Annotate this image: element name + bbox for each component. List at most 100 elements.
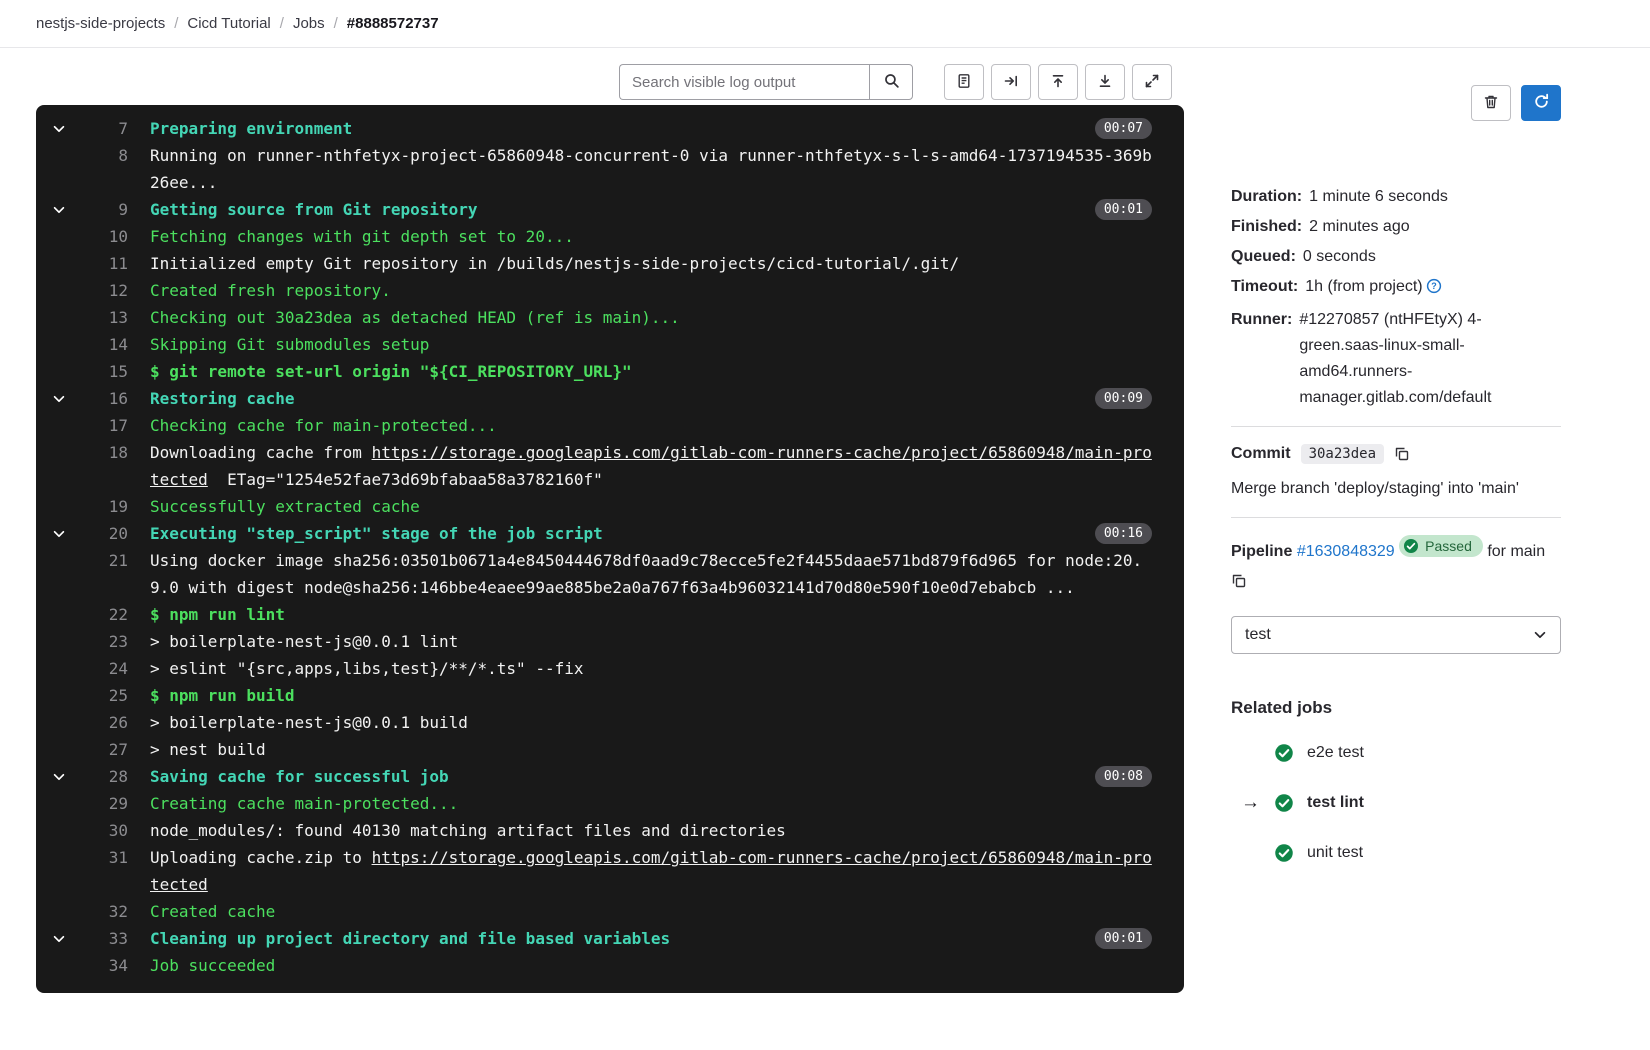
log-line: 22 $ npm run lint [36, 601, 1184, 628]
log-section-header[interactable]: 20 Executing "step_script" stage of the j… [36, 520, 1184, 547]
erase-job-log-button[interactable] [1471, 85, 1511, 121]
log-line-number[interactable]: 24 [82, 655, 128, 682]
log-section-header[interactable]: 7 Preparing environment 00:07 [36, 115, 1184, 142]
log-line-number[interactable]: 13 [82, 304, 128, 331]
log-line-number[interactable]: 26 [82, 709, 128, 736]
log-line-number[interactable]: 20 [82, 520, 128, 547]
fullscreen-button[interactable] [1132, 64, 1172, 100]
chevron-placeholder [52, 790, 82, 817]
raw-log-button[interactable] [944, 64, 984, 100]
log-line-number[interactable]: 28 [82, 763, 128, 790]
log-line-number[interactable]: 21 [82, 547, 128, 574]
log-section-header[interactable]: 9 Getting source from Git repository 00:01 [36, 196, 1184, 223]
log-line: 31 Uploading cache.zip to https://storage… [36, 844, 1184, 898]
log-line-number[interactable]: 30 [82, 817, 128, 844]
chevron-down-icon[interactable] [52, 385, 82, 412]
stage-dropdown[interactable]: test [1231, 616, 1561, 654]
log-line-number[interactable]: 10 [82, 223, 128, 250]
related-job-item[interactable]: e2e test [1231, 728, 1561, 778]
chevron-down-icon[interactable] [52, 763, 82, 790]
log-line: 17 Checking cache for main-protected... [36, 412, 1184, 439]
log-section-header[interactable]: 33 Cleaning up project directory and file… [36, 925, 1184, 952]
log-line-number[interactable]: 18 [82, 439, 128, 466]
chevron-placeholder [52, 952, 82, 979]
log-text-segment: Fetching changes with git depth set to 2… [150, 227, 574, 246]
scroll-to-top-button[interactable] [1038, 64, 1078, 100]
log-line-number[interactable]: 8 [82, 142, 128, 169]
pipeline-link[interactable]: #1630848329 [1297, 543, 1395, 560]
chevron-placeholder [52, 493, 82, 520]
chevron-down-icon[interactable] [52, 196, 82, 223]
related-job-item[interactable]: unit test [1231, 828, 1561, 878]
log-line-number[interactable]: 22 [82, 601, 128, 628]
log-line-number[interactable]: 27 [82, 736, 128, 763]
job-detail-row: Queued: 0 seconds [1231, 244, 1561, 270]
status-success-icon[interactable] [1274, 793, 1294, 813]
log-line-number[interactable]: 29 [82, 790, 128, 817]
log-line-number[interactable]: 23 [82, 628, 128, 655]
log-section-header[interactable]: 16 Restoring cache 00:09 [36, 385, 1184, 412]
log-line-number[interactable]: 16 [82, 385, 128, 412]
commit-sha-chip[interactable]: 30a23dea [1300, 444, 1384, 464]
log-line-number[interactable]: 25 [82, 682, 128, 709]
chevron-placeholder [52, 223, 82, 250]
log-section-header[interactable]: 28 Saving cache for successful job 00:08 [36, 763, 1184, 790]
trash-icon [1483, 94, 1499, 113]
log-text-segment: Creating cache main-protected... [150, 794, 459, 813]
log-line-number[interactable]: 14 [82, 331, 128, 358]
log-text-segment: Preparing environment [150, 119, 353, 138]
help-icon[interactable]: ? [1426, 277, 1442, 303]
show-complete-raw-button[interactable] [991, 64, 1031, 100]
related-job-name[interactable]: e2e test [1307, 744, 1364, 762]
breadcrumb-link[interactable]: Jobs [293, 15, 325, 32]
related-job-name[interactable]: unit test [1307, 844, 1363, 862]
log-line-number[interactable]: 9 [82, 196, 128, 223]
log-line-number[interactable]: 19 [82, 493, 128, 520]
log-line-number[interactable]: 31 [82, 844, 128, 871]
chevron-placeholder [52, 547, 82, 574]
log-text-segment: > nest build [150, 740, 266, 759]
chevron-down-icon[interactable] [52, 925, 82, 952]
log-line: 12 Created fresh repository. [36, 277, 1184, 304]
search-icon [883, 72, 900, 92]
retry-job-button[interactable] [1521, 85, 1561, 121]
related-job-name[interactable]: test lint [1307, 794, 1364, 812]
log-line: 18 Downloading cache from https://storage… [36, 439, 1184, 493]
log-line-number[interactable]: 34 [82, 952, 128, 979]
section-duration-badge: 00:01 [1094, 199, 1152, 220]
chevron-down-icon[interactable] [52, 520, 82, 547]
log-toolbar [36, 64, 1172, 100]
log-line-number[interactable]: 12 [82, 277, 128, 304]
log-line-text: Uploading cache.zip to https://storage.g… [150, 844, 1152, 898]
log-line-number[interactable]: 15 [82, 358, 128, 385]
breadcrumb-link[interactable]: Cicd Tutorial [187, 15, 270, 32]
log-text-segment: > eslint "{src,apps,libs,test}/**/*.ts" … [150, 659, 584, 678]
log-text-segment: Skipping Git submodules setup [150, 335, 430, 354]
chevron-down-icon[interactable] [52, 115, 82, 142]
breadcrumb-link[interactable]: nestjs-side-projects [36, 15, 165, 32]
log-line-number[interactable]: 17 [82, 412, 128, 439]
pipeline-for-text: for [1487, 543, 1506, 560]
pipeline-status-badge[interactable]: Passed [1399, 535, 1483, 557]
scroll-to-bottom-button[interactable] [1085, 64, 1125, 100]
log-line: 8 Running on runner-nthfetyx-project-6586… [36, 142, 1184, 196]
status-success-icon[interactable] [1274, 843, 1294, 863]
log-line-text: Checking cache for main-protected... [150, 412, 1152, 439]
copy-commit-sha-icon[interactable] [1394, 446, 1410, 462]
search-button[interactable] [869, 64, 913, 100]
related-job-item[interactable]: → test lint [1231, 778, 1561, 828]
chevron-placeholder [52, 655, 82, 682]
log-line-number[interactable]: 11 [82, 250, 128, 277]
log-search-input[interactable] [619, 64, 869, 100]
log-line-number[interactable]: 33 [82, 925, 128, 952]
log-text-segment: Using docker image sha256:03501b0671a4e8… [150, 551, 1143, 597]
detail-value: 1 minute 6 seconds [1309, 188, 1448, 205]
status-success-icon[interactable] [1274, 743, 1294, 763]
log-line-number[interactable]: 7 [82, 115, 128, 142]
log-line-number[interactable]: 32 [82, 898, 128, 925]
job-log-section: 7 Preparing environment 00:07 8 Running on r… [36, 48, 1184, 993]
log-text-segment: Saving cache for successful job [150, 767, 449, 786]
job-detail-row: Runner: #12270857 (ntHFEtyX) 4-green.saas… [1231, 307, 1561, 411]
job-page: 7 Preparing environment 00:07 8 Running on r… [0, 48, 1650, 993]
copy-ref-icon[interactable] [1231, 573, 1247, 589]
